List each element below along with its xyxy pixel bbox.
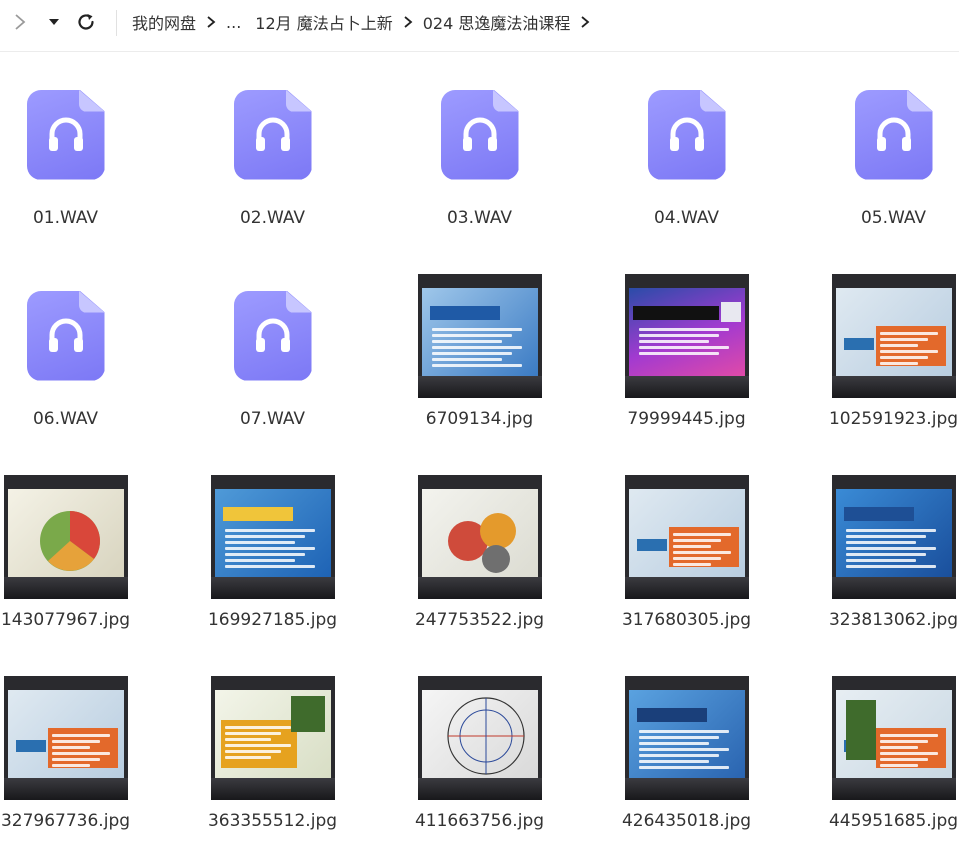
image-file-item[interactable]: 247753522.jpg: [376, 454, 583, 654]
file-thumbnail: [209, 273, 336, 398]
file-name: 05.WAV: [860, 208, 927, 228]
image-file-item[interactable]: 169927185.jpg: [169, 454, 376, 654]
photo-thumbnail-icon: [831, 273, 956, 398]
breadcrumb-item-folder[interactable]: 12月 魔法占卜上新: [255, 10, 392, 34]
file-thumbnail: [623, 72, 750, 197]
file-thumbnail: [209, 675, 336, 800]
photo-thumbnail-icon: [831, 474, 956, 599]
photo-thumbnail-icon: [624, 474, 749, 599]
image-file-item[interactable]: 102591923.jpg: [790, 253, 959, 453]
photo-thumbnail-icon: [3, 474, 128, 599]
file-thumbnail: [416, 273, 543, 398]
headphones-icon: [48, 117, 83, 151]
headphones-icon: [255, 117, 290, 151]
breadcrumb-item-ellipsis[interactable]: ...: [226, 13, 241, 32]
file-thumbnail: [416, 675, 543, 800]
audio-file-icon: [233, 290, 312, 381]
image-file-item[interactable]: 6709134.jpg: [376, 253, 583, 453]
headphones-icon: [48, 318, 83, 352]
audio-file-item[interactable]: 07.WAV: [169, 253, 376, 453]
file-thumbnail: [209, 72, 336, 197]
chevron-right-icon[interactable]: [8, 10, 32, 34]
photo-thumbnail-icon: [417, 675, 542, 800]
image-file-item[interactable]: 363355512.jpg: [169, 655, 376, 855]
image-file-item[interactable]: 411663756.jpg: [376, 655, 583, 855]
breadcrumb-item-current[interactable]: 024 思逸魔法油课程: [423, 10, 571, 34]
photo-thumbnail-icon: [417, 474, 542, 599]
audio-file-icon: [26, 290, 105, 381]
file-thumbnail: [2, 675, 129, 800]
file-name: 445951685.jpg: [828, 811, 959, 831]
file-thumbnail: [2, 273, 129, 398]
photo-thumbnail-icon: [831, 675, 956, 800]
photo-thumbnail-icon: [624, 273, 749, 398]
file-thumbnail: [416, 474, 543, 599]
image-file-item[interactable]: 327967736.jpg: [0, 655, 169, 855]
image-file-item[interactable]: 79999445.jpg: [583, 253, 790, 453]
file-grid: 01.WAV 02.WAV 03.WAV 04.WAV 05.WAV 06.WAV 07.W…: [0, 52, 959, 839]
headphones-icon: [255, 318, 290, 352]
file-thumbnail: [209, 474, 336, 599]
photo-thumbnail-icon: [210, 675, 335, 800]
chevron-right-icon: [393, 15, 423, 29]
photo-thumbnail-icon: [624, 675, 749, 800]
refresh-icon[interactable]: [74, 10, 98, 34]
photo-thumbnail-icon: [210, 474, 335, 599]
chevron-right-icon: [570, 15, 600, 29]
file-thumbnail: [2, 72, 129, 197]
file-thumbnail: [830, 474, 957, 599]
file-thumbnail: [830, 675, 957, 800]
photo-thumbnail-icon: [417, 273, 542, 398]
headphones-icon: [876, 117, 911, 151]
audio-file-item[interactable]: 02.WAV: [169, 52, 376, 252]
breadcrumb: 我的网盘 ... 12月 魔法占卜上新 024 思逸魔法油课程: [132, 10, 600, 34]
audio-file-item[interactable]: 01.WAV: [0, 52, 169, 252]
file-thumbnail: [623, 474, 750, 599]
image-file-item[interactable]: 445951685.jpg: [790, 655, 959, 855]
audio-file-item[interactable]: 05.WAV: [790, 52, 959, 252]
image-file-item[interactable]: 426435018.jpg: [583, 655, 790, 855]
file-thumbnail: [623, 273, 750, 398]
breadcrumb-item-root[interactable]: 我的网盘: [132, 10, 196, 34]
audio-file-icon: [233, 89, 312, 180]
audio-file-item[interactable]: 06.WAV: [0, 253, 169, 453]
image-file-item[interactable]: 323813062.jpg: [790, 454, 959, 654]
audio-file-icon: [26, 89, 105, 180]
audio-file-icon: [854, 89, 933, 180]
caret-down-icon[interactable]: [42, 10, 66, 34]
headphones-icon: [669, 117, 704, 151]
file-name: 323813062.jpg: [828, 610, 959, 630]
file-thumbnail: [2, 474, 129, 599]
toolbar-divider: [116, 10, 117, 36]
headphones-icon: [462, 117, 497, 151]
image-file-item[interactable]: 317680305.jpg: [583, 454, 790, 654]
toolbar: 我的网盘 ... 12月 魔法占卜上新 024 思逸魔法油课程: [0, 0, 959, 52]
audio-file-item[interactable]: 03.WAV: [376, 52, 583, 252]
file-thumbnail: [830, 273, 957, 398]
chevron-right-icon: [196, 15, 226, 29]
photo-thumbnail-icon: [3, 675, 128, 800]
file-thumbnail: [416, 72, 543, 197]
audio-file-item[interactable]: 04.WAV: [583, 52, 790, 252]
file-thumbnail: [623, 675, 750, 800]
image-file-item[interactable]: 143077967.jpg: [0, 454, 169, 654]
file-thumbnail: [830, 72, 957, 197]
audio-file-icon: [440, 89, 519, 180]
file-name: 102591923.jpg: [828, 409, 959, 429]
audio-file-icon: [647, 89, 726, 180]
